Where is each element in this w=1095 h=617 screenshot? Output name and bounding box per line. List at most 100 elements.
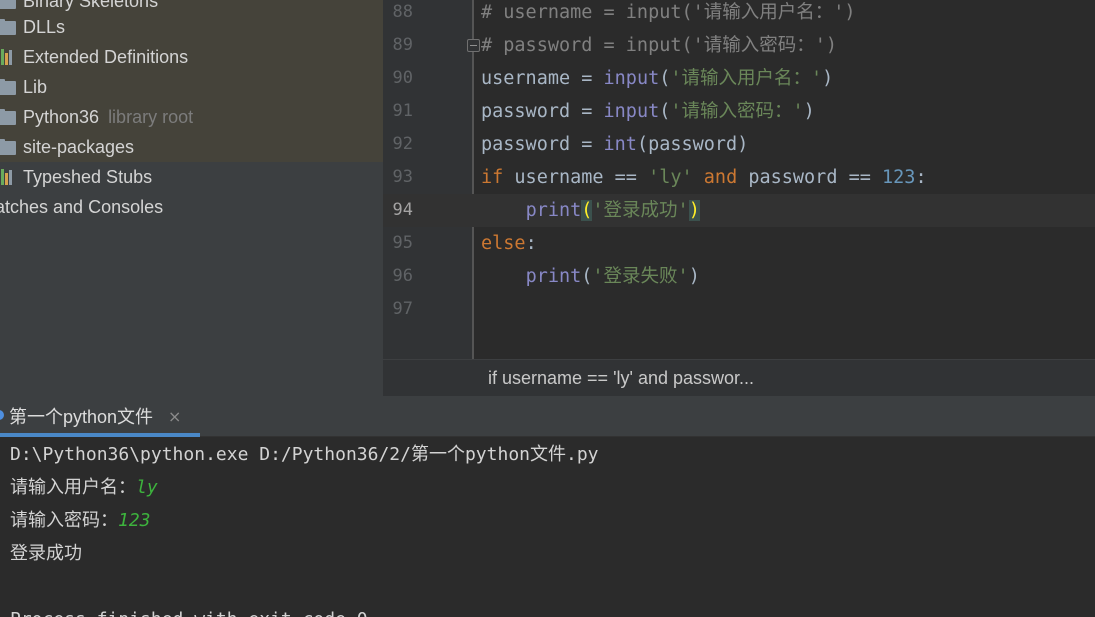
token: = [570,101,604,122]
tree-item-extended-definitions[interactable]: Extended Definitions [0,42,383,72]
token: '请输入密码：' [670,101,804,122]
token: ) [822,68,834,89]
library-icon [0,169,18,185]
matched-paren: ) [688,200,700,221]
token: ( [659,101,671,122]
code-text: print('登录成功') [481,194,700,227]
code-line-92[interactable]: 92 password = int(password) [383,128,1095,161]
code-line-89[interactable]: 89 # password = input('请输入密码：') [383,29,1095,62]
code-text: # username = input('请输入用户名：') [481,0,856,29]
code-line-90[interactable]: 90 username = input('请输入用户名：') [383,62,1095,95]
code-line-91[interactable]: 91 password = input('请输入密码：') [383,95,1095,128]
token: and [703,167,738,188]
tree-item-lib[interactable]: Lib [0,72,383,102]
console-user-input: ly [136,477,158,498]
editor-breadcrumb[interactable]: if username == 'ly' and passwor... [383,359,1095,396]
line-number: 93 [392,167,413,187]
line-number: 94 [392,200,413,220]
library-root-hint: library root [108,106,194,127]
tree-item-label: Lib [23,76,48,97]
folder-icon [0,79,18,95]
comment: # username = input('请输入用户名：') [481,2,856,23]
token: password [481,101,571,122]
line-number: 97 [392,299,413,319]
code-line-93[interactable]: 93 if username == 'ly' and password == 1… [383,161,1095,194]
code-line-88[interactable]: 88 # username = input('请输入用户名：') [383,0,1095,29]
console-output: 登录成功 [10,543,82,564]
tree-item-site-packages[interactable]: site-packages [0,132,383,162]
breadcrumb-item[interactable]: if username == 'ly' and passwor... [488,360,754,397]
run-tab[interactable]: 第一个python文件 × [0,396,200,437]
run-tab-bar: 第一个python文件 × [0,396,1095,437]
token: == [837,167,883,188]
tree-item-label: Python36 [23,106,100,127]
line-number: 88 [392,2,413,22]
token: input [603,68,660,89]
tree-item-dlls[interactable]: DLLs [0,12,383,42]
token: else [481,233,526,254]
code-line-97[interactable]: 97 [383,293,1095,326]
folder-icon [0,0,18,9]
token: : [915,167,927,188]
console-prompt: 请输入密码： [10,510,118,531]
tree-item-label: Typeshed Stubs [23,166,153,187]
line-number: 96 [392,266,413,286]
token: ( [659,68,671,89]
fold-icon[interactable] [467,39,480,52]
code-line-95[interactable]: 95 else: [383,227,1095,260]
token: '登录成功' [592,200,689,221]
code-text: if username == 'ly' and password == 123: [481,161,927,194]
token: ( [581,266,593,287]
tree-item-label: atches and Consoles [0,196,164,217]
line-number: 92 [392,134,413,154]
token: password [481,134,571,155]
console-exit-message: Process finished with exit code 0 [10,603,368,617]
token: '登录失败' [592,266,689,287]
python-run-icon [0,410,4,420]
tree-item-typeshed-stubs[interactable]: Typeshed Stubs [0,162,383,192]
comment: # password = input('请输入密码：') [481,35,838,56]
token: ( [636,134,649,155]
line-number: 89 [392,35,413,55]
line-number: 90 [392,68,413,88]
matched-paren: ( [581,200,593,221]
token: username [481,68,571,89]
token: = [570,134,604,155]
tree-item-python36[interactable]: Python36 library root [0,102,383,132]
code-line-96[interactable]: 96 print('登录失败') [383,260,1095,293]
folder-icon [0,139,18,155]
token: username [514,167,604,188]
code-text: print('登录失败') [481,260,700,293]
token: 'ly' [648,167,693,188]
run-console[interactable]: D:\Python36\python.exe D:/Python36/2/第一个… [0,437,1095,617]
tree-item-label: Binary Skeletons [23,0,159,11]
token: print [525,266,582,287]
console-command-line: D:\Python36\python.exe D:/Python36/2/第一个… [10,444,599,465]
code-text: password = input('请输入密码：') [481,95,815,128]
console-user-input: 123 [118,510,151,531]
library-icon [0,49,18,65]
folder-icon [0,109,18,125]
code-editor[interactable]: 88 # username = input('请输入用户名：') 89 # pa… [383,0,1095,359]
code-text: else: [481,227,537,260]
project-tool-window: Binary Skeletons DLLs Extended Definitio… [0,0,383,396]
token: : [525,233,537,254]
code-text: password = int(password) [481,128,748,161]
token: = [570,68,604,89]
tree-item-label: DLLs [23,16,66,37]
tree-item-label: Extended Definitions [23,46,189,67]
code-text: username = input('请输入用户名：') [481,62,833,95]
line-number: 91 [392,101,413,121]
line-number: 95 [392,233,413,253]
token: input [603,101,660,122]
tree-item-scratches-and-consoles[interactable]: atches and Consoles [0,192,378,222]
code-line-94-current[interactable]: 94 print('登录成功') [383,194,1095,227]
close-icon[interactable]: × [168,396,181,438]
console-line: 请输入密码：123 [10,504,151,537]
token: if [481,167,504,188]
token: == [603,167,649,188]
code-text: # password = input('请输入密码：') [481,29,837,62]
token: password [648,134,738,155]
run-tab-label: 第一个python文件 [9,407,154,427]
